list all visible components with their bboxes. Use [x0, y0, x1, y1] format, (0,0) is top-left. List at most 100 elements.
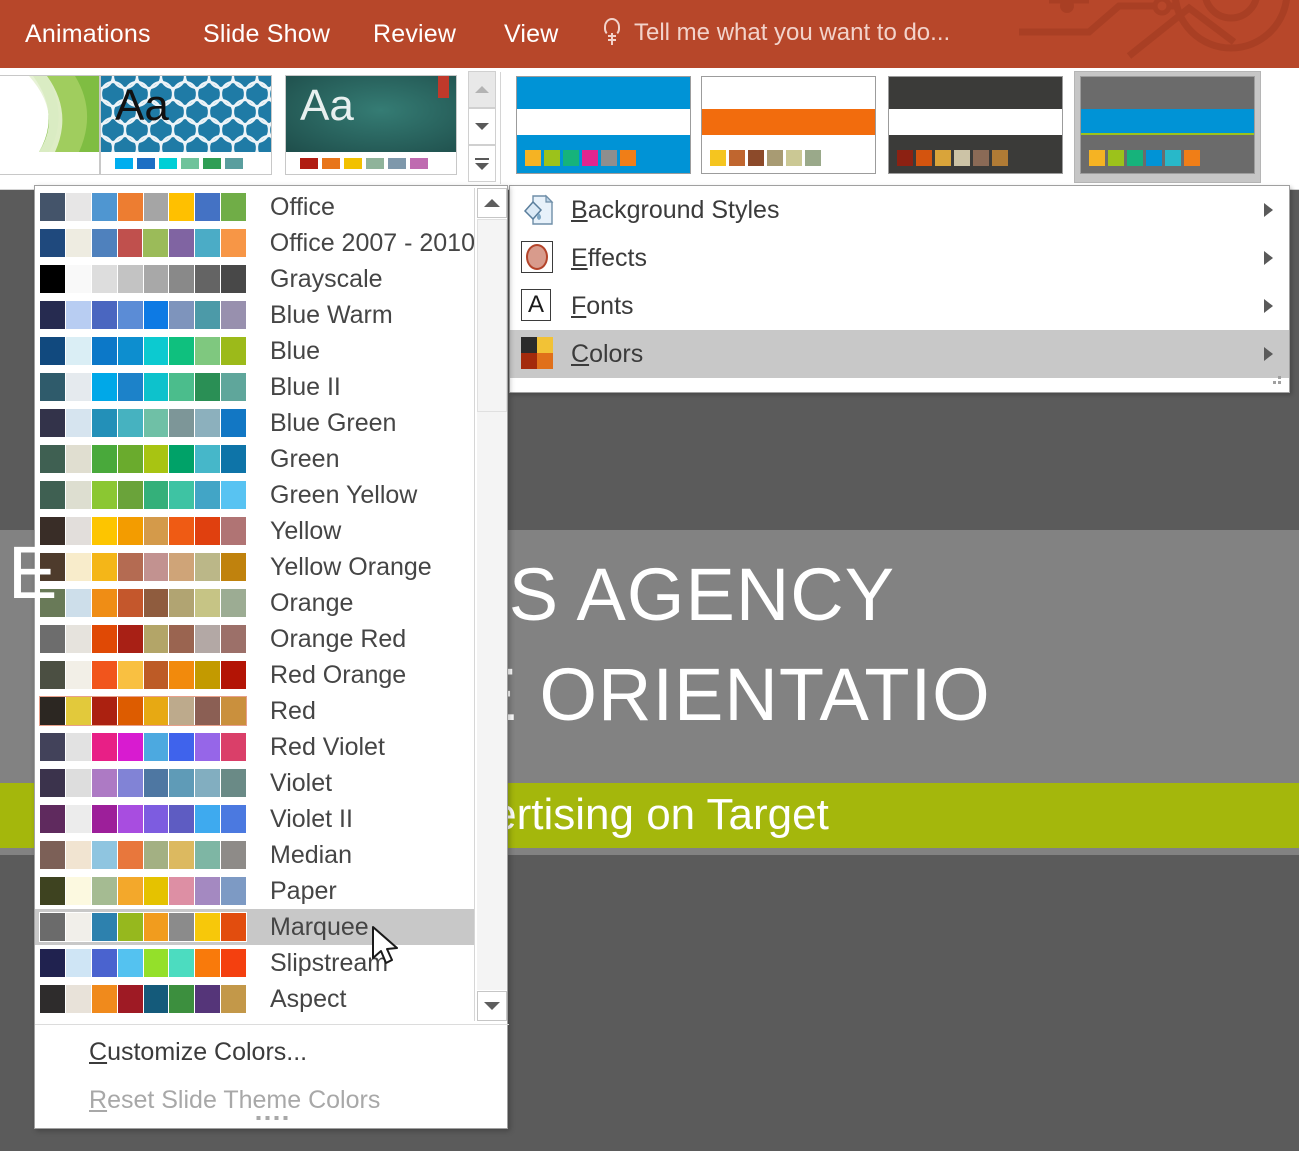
color-theme-name: Office [270, 193, 335, 222]
color-theme-row[interactable]: Marquee [35, 909, 475, 945]
swatch [40, 805, 66, 833]
swatch [144, 805, 170, 833]
variant-dark[interactable] [888, 76, 1063, 174]
color-theme-list[interactable]: Office Office 2007 - 2010GrayscaleBlue Wa… [35, 189, 475, 1020]
swatch [710, 150, 726, 166]
color-theme-row[interactable]: Slipstream [35, 945, 475, 981]
color-theme-row[interactable]: Violet [35, 765, 475, 801]
variants-dropdown[interactable]: Background Styles EffectsAFontsColors [509, 185, 1290, 393]
swatch [66, 985, 92, 1013]
color-swatch-strip [39, 804, 247, 834]
swatch [118, 229, 144, 257]
color-theme-row[interactable]: Blue [35, 333, 475, 369]
tell-me-box[interactable]: Tell me what you want to do... [602, 18, 950, 48]
color-theme-row[interactable]: Yellow [35, 513, 475, 549]
color-theme-row[interactable]: Median [35, 837, 475, 873]
color-theme-row[interactable]: Blue Warm [35, 297, 475, 333]
menu-item-label: Background Styles [571, 196, 779, 225]
themes-gallery[interactable]: Aa Aa [0, 71, 468, 184]
color-theme-row[interactable]: Blue Green [35, 405, 475, 441]
swatch [40, 661, 66, 689]
themes-scroll-down-button[interactable] [468, 108, 496, 145]
swatch [195, 481, 221, 509]
menu-item-background-styles[interactable]: Background Styles [510, 186, 1289, 234]
color-swatch-strip [39, 444, 247, 474]
swatch [221, 517, 246, 545]
color-theme-row[interactable]: Red Orange [35, 657, 475, 693]
swatch [118, 877, 144, 905]
swatch [118, 625, 144, 653]
tab-review[interactable]: Review [373, 20, 456, 49]
color-theme-row[interactable]: Yellow Orange [35, 549, 475, 585]
resize-grip-icon[interactable] [1270, 376, 1282, 386]
facet-theme[interactable] [0, 75, 100, 175]
color-theme-row[interactable]: Violet II [35, 801, 475, 837]
swatch [169, 481, 195, 509]
swatch [169, 193, 195, 221]
swatch [221, 265, 246, 293]
swatch [525, 150, 541, 166]
swatch [92, 661, 118, 689]
color-theme-name: Red Orange [270, 661, 406, 690]
variant-gray-green[interactable] [1080, 76, 1255, 174]
color-theme-row[interactable]: Blue II [35, 369, 475, 405]
swatch [195, 805, 221, 833]
scrollbar-up-button[interactable] [477, 188, 507, 218]
colors-flyout[interactable]: Office Office 2007 - 2010GrayscaleBlue Wa… [34, 185, 508, 1129]
customize-colors[interactable]: Customize Colors... [35, 1028, 509, 1076]
color-theme-row[interactable]: Red Violet [35, 729, 475, 765]
swatch [973, 150, 989, 166]
color-swatch-strip [39, 408, 247, 438]
tab-slide-show[interactable]: Slide Show [203, 20, 330, 49]
color-theme-row[interactable]: Green Yellow [35, 477, 475, 513]
scrollbar-track[interactable] [477, 219, 507, 990]
tab-animations[interactable]: Animations [25, 20, 151, 49]
swatch [66, 481, 92, 509]
color-theme-row[interactable]: Office 2007 - 2010 [35, 225, 475, 261]
variant-color-swatches [1089, 150, 1200, 166]
scrollbar-down-button[interactable] [477, 991, 507, 1021]
scrollbar-thumb[interactable] [477, 219, 507, 412]
color-theme-name: Slipstream [270, 949, 388, 978]
swatch [66, 733, 92, 761]
swatch [221, 229, 246, 257]
color-theme-row[interactable]: Orange Red [35, 621, 475, 657]
themes-scroll-buttons[interactable] [468, 71, 496, 184]
themes-scroll-up-button[interactable] [468, 71, 496, 108]
swatch [92, 193, 118, 221]
color-theme-row[interactable]: Green [35, 441, 475, 477]
swatch [40, 301, 66, 329]
swatch [92, 409, 118, 437]
color-swatch-strip [39, 480, 247, 510]
color-theme-row[interactable]: Aspect [35, 981, 475, 1017]
swatch [169, 913, 195, 941]
menu-item-colors[interactable]: Colors [510, 330, 1289, 378]
swatch [1184, 150, 1200, 166]
circuit-theme[interactable]: Aa [100, 75, 272, 175]
theme-aa-sample: Aa [300, 84, 354, 128]
swatch [169, 589, 195, 617]
swatch [221, 769, 246, 797]
resize-grip-icon[interactable] [257, 1116, 288, 1120]
variant-orange[interactable] [701, 76, 876, 174]
swatch [118, 985, 144, 1013]
swatch [92, 625, 118, 653]
swatch [66, 841, 92, 869]
dividend-theme[interactable]: Aa [285, 75, 457, 175]
colors-scrollbar[interactable] [474, 188, 507, 1021]
color-theme-row[interactable]: Grayscale [35, 261, 475, 297]
colors-swatch-icon [521, 337, 555, 371]
menu-item-effects[interactable]: Effects [510, 234, 1289, 282]
variant-band-top [517, 77, 690, 109]
color-theme-row[interactable]: Orange [35, 585, 475, 621]
color-theme-row[interactable]: Paper [35, 873, 475, 909]
swatch [40, 841, 66, 869]
variant-blue[interactable] [516, 76, 691, 174]
menu-item-fonts[interactable]: AFonts [510, 282, 1289, 330]
swatch [118, 373, 144, 401]
color-theme-row[interactable]: Office [35, 189, 475, 225]
color-theme-row[interactable]: Red [35, 693, 475, 729]
tab-view[interactable]: View [504, 20, 559, 49]
themes-more-button[interactable] [468, 145, 496, 182]
swatch [221, 373, 246, 401]
